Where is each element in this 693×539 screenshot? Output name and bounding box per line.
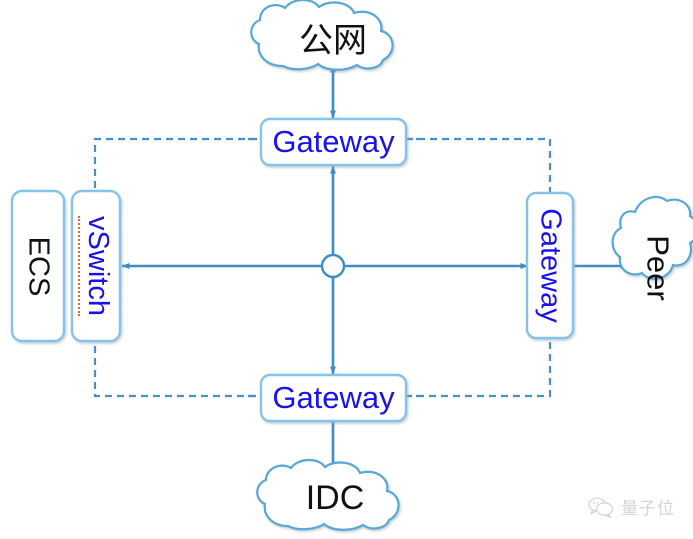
gateway-top-box[interactable] [259,117,408,167]
hub-junction-icon [320,253,346,279]
gateway-right-box[interactable] [525,191,575,340]
speech-bubble-icon [588,496,614,518]
ecs-box[interactable] [10,189,66,343]
watermark: 量子位 [588,494,675,519]
diagram-canvas: 公网 Gateway ECS vSwitch Gateway Peer Gate… [0,0,693,539]
idc-cloud [256,458,400,531]
gateway-bottom-box[interactable] [259,373,408,423]
watermark-text: 量子位 [621,499,675,519]
network-topology-diagram [10,0,693,531]
vswitch-box[interactable] [70,189,122,343]
peer-cloud [611,195,693,280]
public-network-cloud [250,0,394,71]
